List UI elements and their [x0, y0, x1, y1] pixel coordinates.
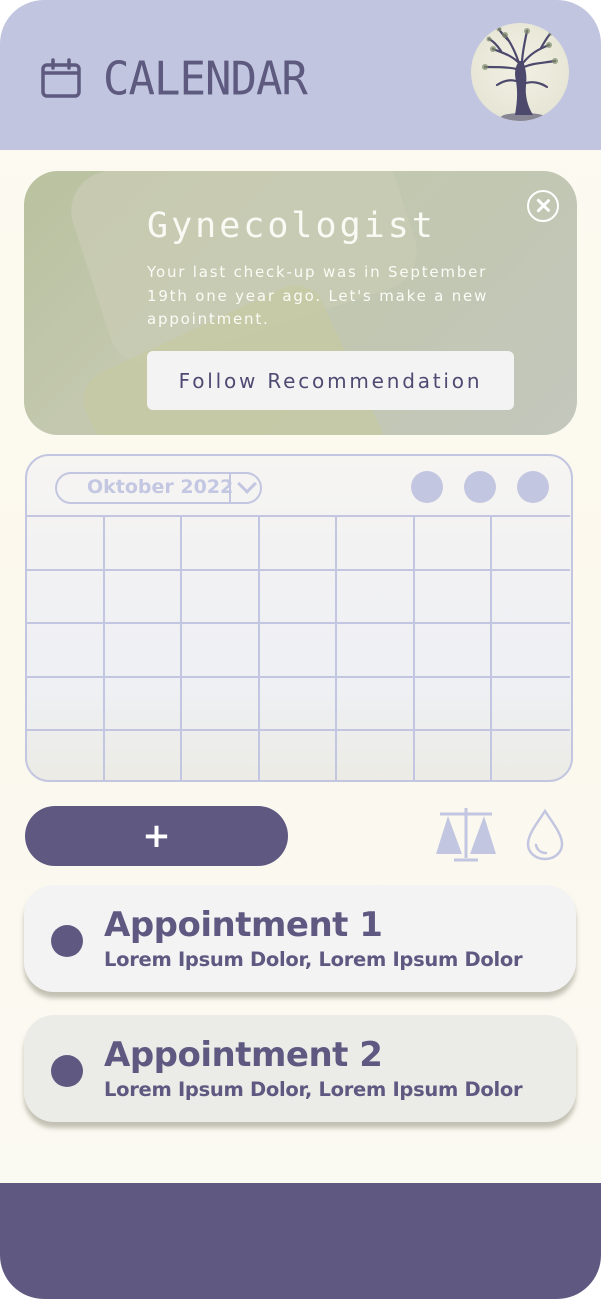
add-label: + — [142, 816, 171, 856]
bottom-navigation-bar — [0, 1183, 601, 1299]
calendar-day-cell[interactable] — [415, 731, 493, 780]
calendar-day-cell[interactable] — [27, 731, 105, 780]
phone-screen: CALENDAR Gynecologist Your last check-up… — [0, 0, 601, 1299]
appointment-title: Appointment 2 — [104, 1035, 383, 1075]
calendar-day-cell[interactable] — [260, 731, 338, 780]
calendar-day-cell[interactable] — [492, 624, 570, 678]
calendar-dot[interactable] — [517, 471, 549, 503]
page-title: CALENDAR — [103, 52, 308, 107]
scale-icon[interactable] — [434, 806, 498, 864]
calendar-day-cell[interactable] — [104, 517, 183, 571]
appointment-card[interactable]: Appointment 1 Lorem Ipsum Dolor, Lorem I… — [24, 885, 576, 992]
appointment-bullet — [51, 925, 83, 957]
calendar-day-cell[interactable] — [414, 677, 493, 732]
calendar-day-cell[interactable] — [104, 570, 183, 625]
calendar-day-cell[interactable] — [105, 731, 183, 780]
close-icon[interactable] — [527, 190, 559, 222]
calendar-widget: Oktober 2022 — [25, 454, 573, 782]
appointment-bullet — [51, 1055, 83, 1087]
appointment-card[interactable]: Appointment 2 Lorem Ipsum Dolor, Lorem I… — [24, 1015, 576, 1122]
calendar-day-cell[interactable] — [337, 570, 415, 625]
calendar-day-cell[interactable] — [414, 570, 493, 625]
calendar-day-cell[interactable] — [27, 517, 105, 571]
appointment-subtitle: Lorem Ipsum Dolor, Lorem Ipsum Dolor — [104, 948, 523, 971]
calendar-day-cell[interactable] — [337, 517, 415, 571]
calendar-day-cell[interactable] — [259, 624, 338, 678]
calendar-day-cell[interactable] — [182, 677, 260, 732]
month-label: Oktober 2022 — [87, 476, 234, 498]
calendar-day-cell[interactable] — [492, 678, 570, 732]
calendar-day-cell[interactable] — [104, 677, 183, 732]
calendar-day-cell[interactable] — [182, 570, 260, 625]
calendar-icon — [41, 58, 81, 98]
calendar-day-cell[interactable] — [414, 517, 493, 571]
calendar-day-cell[interactable] — [492, 731, 570, 780]
calendar-day-cell[interactable] — [337, 677, 415, 732]
calendar-day-cell[interactable] — [182, 731, 260, 780]
add-appointment-button[interactable]: + — [25, 806, 288, 866]
calendar-dot[interactable] — [411, 471, 443, 503]
calendar-day-cell[interactable] — [27, 624, 105, 678]
calendar-day-cell[interactable] — [182, 517, 260, 571]
calendar-day-cell[interactable] — [492, 517, 570, 571]
calendar-day-cell[interactable] — [259, 570, 338, 625]
calendar-day-cell[interactable] — [492, 571, 570, 625]
calendar-day-cell[interactable] — [27, 677, 105, 732]
calendar-day-cell[interactable] — [337, 624, 415, 678]
calendar-day-cell[interactable] — [27, 570, 105, 625]
recommendation-card: Gynecologist Your last check-up was in S… — [24, 171, 577, 435]
calendar-day-cell[interactable] — [259, 517, 338, 571]
follow-recommendation-button[interactable]: Follow Recommendation — [147, 351, 514, 410]
calendar-day-cell[interactable] — [414, 624, 493, 678]
drop-icon[interactable] — [524, 808, 566, 862]
chevron-down-icon[interactable] — [229, 471, 262, 504]
calendar-dot[interactable] — [464, 471, 496, 503]
calendar-day-cell[interactable] — [104, 624, 183, 678]
recommendation-title: Gynecologist — [147, 206, 436, 246]
recommendation-text: Your last check-up was in September 19th… — [147, 263, 489, 328]
calendar-day-cell[interactable] — [337, 731, 415, 780]
month-select[interactable]: Oktober 2022 — [55, 471, 262, 504]
appointment-title: Appointment 1 — [104, 905, 383, 945]
calendar-day-cell[interactable] — [259, 677, 338, 732]
appointment-subtitle: Lorem Ipsum Dolor, Lorem Ipsum Dolor — [104, 1078, 523, 1101]
header: CALENDAR — [0, 0, 601, 150]
tree-icon — [482, 26, 558, 121]
calendar-day-cell[interactable] — [182, 624, 260, 678]
avatar[interactable] — [471, 23, 569, 121]
calendar-grid — [27, 515, 570, 780]
